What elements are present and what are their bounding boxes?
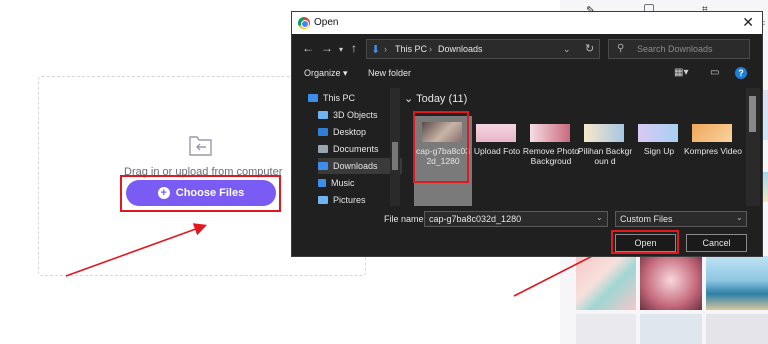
group-title: Today (11) [416, 93, 468, 105]
open-file-dialog: Open ✕ ← → ▾ ↑ ⬇ › This PC › Downloads ⌄… [291, 11, 763, 257]
breadcrumb-separator: › [429, 44, 432, 54]
refresh-icon[interactable]: ↻ [585, 42, 594, 55]
dialog-titlebar[interactable]: Open ✕ [292, 12, 762, 34]
file-name-input[interactable]: cap-g7ba8c032d_1280 [424, 211, 608, 227]
file-type-dropdown-icon[interactable]: ⌄ [736, 213, 743, 222]
dialog-toolbar: Organize ▾ New folder ▦▾ ▭ ? [292, 64, 762, 84]
download-icon [318, 162, 328, 170]
file-name: Kompres Video [684, 146, 742, 156]
downloads-location-icon: ⬇ [371, 44, 381, 56]
file-name: Pilihan Backgroun d [577, 146, 633, 166]
dialog-footer: File name: cap-g7ba8c032d_1280 ⌄ Custom … [292, 208, 762, 258]
documents-icon [318, 145, 328, 153]
file-type-select[interactable]: Custom Files [615, 211, 747, 227]
cancel-button[interactable]: Cancel [686, 234, 747, 252]
up-arrow-icon[interactable]: ↑ [351, 42, 357, 54]
preview-pane-icon[interactable]: ▭ [710, 67, 719, 78]
image-thumbnail [476, 124, 516, 142]
image-thumbnail [530, 124, 570, 142]
breadcrumb-this-pc[interactable]: This PC [395, 44, 427, 54]
sidebar-scrollbar-thumb[interactable] [392, 142, 398, 170]
sidebar-item-label: Music [331, 178, 355, 188]
cube-icon [318, 111, 328, 119]
file-item[interactable]: Sign Up [630, 116, 688, 206]
sidebar-item-label: Pictures [333, 195, 366, 205]
pictures-icon [318, 196, 328, 204]
file-name-label: File name: [384, 214, 427, 224]
close-icon[interactable]: ✕ [742, 14, 754, 31]
file-item[interactable]: Kompres Video [684, 116, 742, 206]
image-thumbnail [638, 124, 678, 142]
breadcrumb-separator: › [384, 44, 387, 54]
open-button[interactable]: Open [615, 234, 676, 252]
file-item[interactable]: Pilihan Backgroun d [576, 116, 634, 206]
view-options-icon[interactable]: ▦▾ [674, 67, 688, 78]
desktop-icon [318, 128, 328, 136]
arrow-to-choose-files [65, 223, 208, 277]
organize-menu[interactable]: Organize ▾ [304, 68, 348, 79]
sidebar-item-label: Documents [333, 144, 379, 154]
image-thumbnail [692, 124, 732, 142]
computer-icon [308, 94, 318, 102]
file-name: Sign Up [643, 146, 675, 156]
group-header-today[interactable]: ⌄ Today (11) [404, 92, 467, 105]
recent-locations-chevron-icon[interactable]: ▾ [339, 44, 343, 56]
sidebar-item-label: Downloads [333, 161, 378, 171]
breadcrumb-downloads[interactable]: Downloads [438, 44, 483, 54]
sidebar-item-label: This PC [323, 93, 356, 103]
search-placeholder: Search Downloads [637, 44, 713, 54]
music-note-icon [318, 179, 326, 187]
navigation-pane: This PC 3D Objects Desktop Documents Dow… [304, 88, 402, 206]
file-name: Upload Foto [473, 146, 521, 156]
navigation-bar: ← → ▾ ↑ ⬇ › This PC › Downloads ⌄ ↻ ⚲ Se… [292, 36, 762, 62]
sidebar-item-label: Desktop [333, 127, 367, 137]
selected-file-highlight-box [413, 111, 469, 183]
chrome-logo-icon [298, 17, 310, 29]
file-name: Remove Photo Backgroud [522, 146, 580, 166]
sidebar-item-this-pc[interactable]: This PC [308, 90, 400, 106]
back-arrow-icon[interactable]: ← [302, 42, 314, 54]
address-bar[interactable]: ⬇ › This PC › Downloads ⌄ ↻ [366, 39, 600, 59]
file-name-dropdown-icon[interactable]: ⌄ [596, 213, 603, 222]
sidebar-item-label: 3D Objects [333, 110, 378, 120]
file-list-scrollbar-thumb[interactable] [749, 96, 756, 132]
forward-arrow-icon[interactable]: → [321, 42, 333, 54]
help-icon[interactable]: ? [735, 67, 747, 79]
file-item[interactable]: Upload Foto [468, 116, 526, 206]
search-icon: ⚲ [617, 43, 625, 54]
image-thumbnail [584, 124, 624, 142]
address-dropdown-icon[interactable]: ⌄ [563, 44, 571, 55]
new-folder-button[interactable]: New folder [368, 68, 411, 78]
dialog-title: Open [314, 17, 339, 28]
search-box[interactable]: ⚲ Search Downloads [608, 39, 750, 59]
file-item[interactable]: Remove Photo Backgroud [522, 116, 580, 206]
